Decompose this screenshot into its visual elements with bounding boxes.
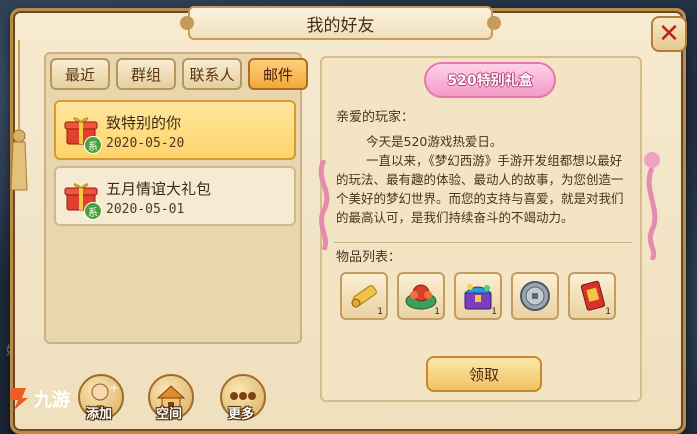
item-quantity: 1 xyxy=(491,307,497,317)
mail-title: 五月情谊大礼包 xyxy=(106,180,212,198)
tab-mail[interactable]: 邮件 xyxy=(248,58,308,90)
tab-contacts[interactable]: 联系人 xyxy=(182,58,242,90)
silver-coin-icon xyxy=(520,281,550,311)
letter-paragraph: 一直以来，《梦幻西游》手游开发组都想以最好的玩法、最有趣的体验、最动人的故事，为… xyxy=(336,153,624,225)
mail-title: 致特别的你 xyxy=(106,114,182,132)
reward-item-slot[interactable]: 1 xyxy=(454,272,502,320)
item-quantity: 1 xyxy=(605,307,611,317)
system-badge: 系 xyxy=(84,136,102,154)
letter-paragraph: 今天是520游戏热爱日。 xyxy=(366,134,503,149)
reward-item-slot[interactable] xyxy=(511,272,559,320)
close-icon: ✕ xyxy=(658,19,680,49)
pink-ribbon-decoration xyxy=(644,152,660,260)
tab-recent[interactable]: 最近 xyxy=(50,58,110,90)
red-charm-icon xyxy=(580,280,606,311)
svg-text:+: + xyxy=(109,381,119,395)
golden-scroll-icon xyxy=(351,285,377,308)
reward-item-slot[interactable]: 1 xyxy=(568,272,616,320)
items-list-label: 物品列表： xyxy=(336,250,402,265)
pink-ribbon-decoration xyxy=(318,160,330,250)
gift-box-banner: 520特别礼盒 xyxy=(424,62,556,98)
mail-item[interactable]: 系 致特别的你 2020-05-20 xyxy=(54,100,296,160)
mail-list: 系 致特别的你 2020-05-20 系 五月情谊大礼包 2020-05-01 xyxy=(54,100,296,232)
close-button[interactable]: ✕ xyxy=(651,16,687,52)
watermark: 九游 xyxy=(8,386,70,412)
space-label: 空间 xyxy=(156,407,183,422)
item-quantity: 1 xyxy=(377,307,383,317)
reward-items: 1 1 1 1 xyxy=(340,272,616,320)
mail-date: 2020-05-01 xyxy=(106,202,185,217)
mail-date: 2020-05-20 xyxy=(106,136,185,151)
window-title: 我的好友 xyxy=(180,6,501,40)
item-quantity: 1 xyxy=(434,307,440,317)
watermark-text: 九游 xyxy=(34,390,70,411)
jiuyou-logo-icon xyxy=(10,388,28,410)
reward-item-slot[interactable]: 1 xyxy=(340,272,388,320)
add-friend-label: 添加 xyxy=(86,407,113,422)
more-label: 更多 xyxy=(228,407,255,422)
claim-button[interactable]: 领取 xyxy=(426,356,542,392)
system-badge: 系 xyxy=(84,202,102,220)
divider xyxy=(334,242,632,243)
mail-item[interactable]: 系 五月情谊大礼包 2020-05-01 xyxy=(54,166,296,226)
letter-greeting: 亲爱的玩家： xyxy=(336,110,415,125)
friends-tabs: 最近 群组 联系人 邮件 xyxy=(50,58,308,90)
reward-item-slot[interactable]: 1 xyxy=(397,272,445,320)
letter-body[interactable]: 今天是520游戏热爱日。 一直以来，《梦幻西游》手游开发组都想以最好的玩法、最有… xyxy=(336,132,632,236)
tassel-decoration xyxy=(10,40,28,191)
tab-groups[interactable]: 群组 xyxy=(116,58,176,90)
